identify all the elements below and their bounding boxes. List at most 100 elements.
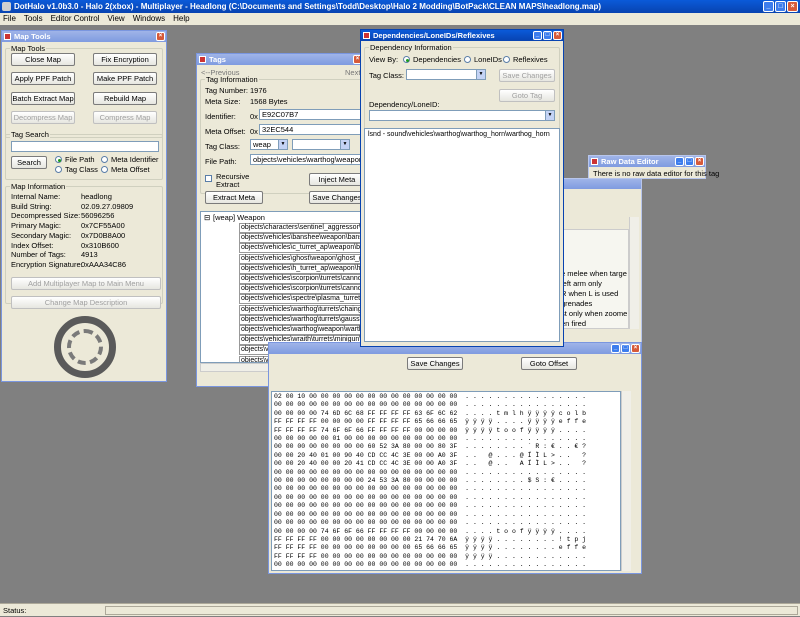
hex-bytes[interactable]: 00 00 00 00 00 00 00 00 24 53 3A 80 00 0… [274,477,457,484]
hex-ascii[interactable]: . . . . . . . . . . . . . . . . [465,393,586,400]
map-tools-title-bar[interactable]: Map Tools × [2,31,166,42]
hex-ascii[interactable]: ÿ ÿ ÿ ÿ . . . . . . . . e f f e [465,544,586,551]
hex-ascii[interactable]: ÿ ÿ ÿ ÿ . . . . . . . . . . . . [465,553,586,560]
hex-bytes[interactable]: 00 00 00 00 00 00 00 00 60 52 3A 80 00 0… [274,443,457,450]
menu-tools[interactable]: Tools [24,13,43,25]
hex-ascii[interactable]: . . . . . . . . . . . . . . . . [465,401,586,408]
menu-windows[interactable]: Windows [133,13,165,25]
menu-help[interactable]: Help [173,13,189,25]
tree-item[interactable]: objects\vehicles\scorpion\turrets\cannon [239,274,363,284]
tree-item[interactable]: objects\vehicles\scorpion\turrets\cannon [239,284,363,295]
hex-ascii[interactable]: ÿ ÿ ÿ ÿ t o o f ÿ ÿ ÿ ÿ . . . . [465,427,586,434]
tree-root[interactable]: [weap] Weapon [213,213,265,222]
dependencies-radio[interactable] [403,56,410,63]
goto-offset-button[interactable]: Goto Offset [521,357,577,370]
tree-item[interactable]: objects\vehicles\ghost\weapon\ghost_g [239,253,363,264]
list-item[interactable]: lsnd - sound\vehicles\warthog\warthog_ho… [368,131,550,138]
hex-bytes[interactable]: FF FF FF FF 00 00 00 00 00 00 00 00 21 7… [274,536,457,543]
extract-meta-button[interactable]: Extract Meta [205,191,263,204]
hex-view[interactable]: 02 00 10 00 00 00 00 00 00 00 00 00 00 0… [271,391,621,571]
tree-item[interactable]: objects\characters\sentinel_aggressor\we… [239,223,363,233]
hex-ascii[interactable]: . . . . . . . . ` R : € . . € ? [465,443,586,450]
menu-file[interactable]: File [3,13,16,25]
meta-editor-title-bar[interactable] [559,179,641,189]
hex-ascii[interactable]: ÿ ÿ ÿ ÿ . . . . ÿ ÿ ÿ ÿ e f f e [465,418,586,425]
close-map-button[interactable]: Close Map [11,53,75,66]
hex-ascii[interactable]: . . . . . . . . $ S : € . . . . [465,477,586,484]
add-multiplayer-map-button[interactable]: Add Multiplayer Map to Main Menu [11,277,161,290]
tree-item[interactable]: objects\vehicles\warthog\weapon\wartho [239,325,363,335]
hex-bytes[interactable]: 00 00 00 00 74 6F 6F 66 FF FF FF FF 00 0… [274,528,457,535]
save-changes-button[interactable]: Save Changes [407,357,463,370]
hex-ascii[interactable]: ÿ ÿ ÿ ÿ . . . . . . . . ! t p j [465,536,586,543]
chevron-down-icon[interactable]: ▼ [545,111,554,120]
rebuild-map-button[interactable]: Rebuild Map [93,92,157,105]
menu-view[interactable]: View [108,13,125,25]
identifier-input[interactable]: E92C07B7 [259,109,363,120]
apply-ppf-patch-button[interactable]: Apply PPF Patch [11,72,75,85]
hex-ascii[interactable]: . . . . t m l h ÿ ÿ ÿ ÿ c o l b [465,410,586,417]
save-changes-button[interactable]: Save Changes [499,69,555,82]
hex-bytes[interactable]: 00 00 00 00 00 00 00 00 00 00 00 00 00 0… [274,469,457,476]
hex-bytes[interactable]: 00 00 20 40 00 00 20 41 CD CC 4C 3E 00 0… [274,460,457,467]
recursive-extract-checkbox[interactable] [205,175,212,182]
meta-offset-input[interactable]: 32EC544 [259,124,363,135]
change-map-description-button[interactable]: Change Map Description [11,296,161,309]
tags-title-bar[interactable]: Tags × [197,54,363,65]
hex-ascii[interactable]: . . . . . . . . . . . . . . . . [465,519,586,526]
hex-ascii[interactable]: . . @ . . A Í Ì L > . . ? [465,460,586,467]
maximize-icon[interactable]: □ [621,344,630,353]
tree-item[interactable]: objects\vehicles\spectre\plasma_turret\ [239,294,363,305]
hex-bytes[interactable]: 02 00 10 00 00 00 00 00 00 00 00 00 00 0… [274,393,457,400]
minimize-icon[interactable]: _ [675,157,684,166]
hex-bytes[interactable]: 00 00 00 00 00 00 00 00 00 00 00 00 00 0… [274,519,457,526]
tag-class-radio[interactable] [55,166,62,173]
tree-item[interactable]: objects\vehicles\warthog\turrets\chaingu [239,304,363,315]
maximize-icon[interactable]: □ [543,31,552,40]
loneids-radio[interactable] [464,56,471,63]
hex-ascii[interactable]: . . . . . . . . . . . . . . . . [465,561,586,568]
hex-bytes[interactable]: 00 00 00 00 00 01 00 00 00 00 00 00 00 0… [274,435,457,442]
tree-item[interactable]: objects\vehicles\h_turret_ap\weapon\h_ [239,263,363,274]
hex-bytes[interactable]: FF FF FF FF 00 00 00 00 FF FF FF FF 65 6… [274,418,457,425]
dependencies-title-bar[interactable]: Dependencies/LoneIDs/Reflexives _ □ × [361,30,563,41]
close-icon[interactable]: × [631,344,640,353]
vertical-scrollbar[interactable] [629,217,639,329]
tree-item[interactable]: objects\vehicles\banshee\weapon\banshe [239,233,363,244]
hex-ascii[interactable]: . . . . . . . . . . . . . . . . [465,511,586,518]
close-icon[interactable]: × [553,31,562,40]
hex-bytes[interactable]: 00 00 00 00 74 6D 6C 68 FF FF FF FF 63 6… [274,410,457,417]
vertical-scrollbar[interactable] [621,391,631,571]
reflexives-radio[interactable] [503,56,510,63]
maximize-icon[interactable]: □ [775,1,786,12]
tag-class-extra-select[interactable]: ▼ [292,139,350,150]
meta-offset-radio[interactable] [101,166,108,173]
hex-bytes[interactable]: 00 00 00 00 00 00 00 00 00 00 00 00 00 0… [274,401,457,408]
decompress-map-button[interactable]: Decompress Map [11,111,75,124]
next-link[interactable]: Next [345,68,360,77]
close-icon[interactable]: × [787,1,798,12]
maximize-icon[interactable]: □ [685,157,694,166]
hex-bytes[interactable]: 00 00 00 00 00 00 00 00 00 00 00 00 00 0… [274,494,457,501]
goto-tag-button[interactable]: Goto Tag [499,89,555,102]
meta-identifier-radio[interactable] [101,156,108,163]
tag-search-input[interactable] [11,141,159,152]
tree-item[interactable]: objects\vehicles\c_turret_ap\weapon\ba [239,243,363,254]
close-icon[interactable]: × [695,157,704,166]
save-changes-button[interactable]: Save Changes [309,191,365,204]
search-button[interactable]: Search [11,156,47,169]
hex-ascii[interactable]: . . . . . . . . . . . . . . . . [465,469,586,476]
tag-class-select[interactable]: ▼ [406,69,486,80]
menu-editor-control[interactable]: Editor Control [51,13,100,25]
hex-bytes[interactable]: 00 00 00 00 00 00 00 00 00 00 00 00 00 0… [274,502,457,509]
hex-bytes[interactable]: 00 00 20 40 01 00 90 40 CD CC 4C 3E 00 0… [274,452,457,459]
fix-encryption-button[interactable]: Fix Encryption [93,53,157,66]
chevron-down-icon[interactable]: ▼ [278,140,287,149]
file-path-radio[interactable] [55,156,62,163]
minimize-icon[interactable]: _ [533,31,542,40]
compress-map-button[interactable]: Compress Map [93,111,157,124]
hex-ascii[interactable]: . . . . . . . . . . . . . . . . [465,502,586,509]
hex-bytes[interactable]: 00 00 00 00 00 00 00 00 00 00 00 00 00 0… [274,485,457,492]
make-ppf-patch-button[interactable]: Make PPF Patch [93,72,157,85]
hex-bytes[interactable]: 00 00 00 00 00 00 00 00 00 00 00 00 00 0… [274,511,457,518]
